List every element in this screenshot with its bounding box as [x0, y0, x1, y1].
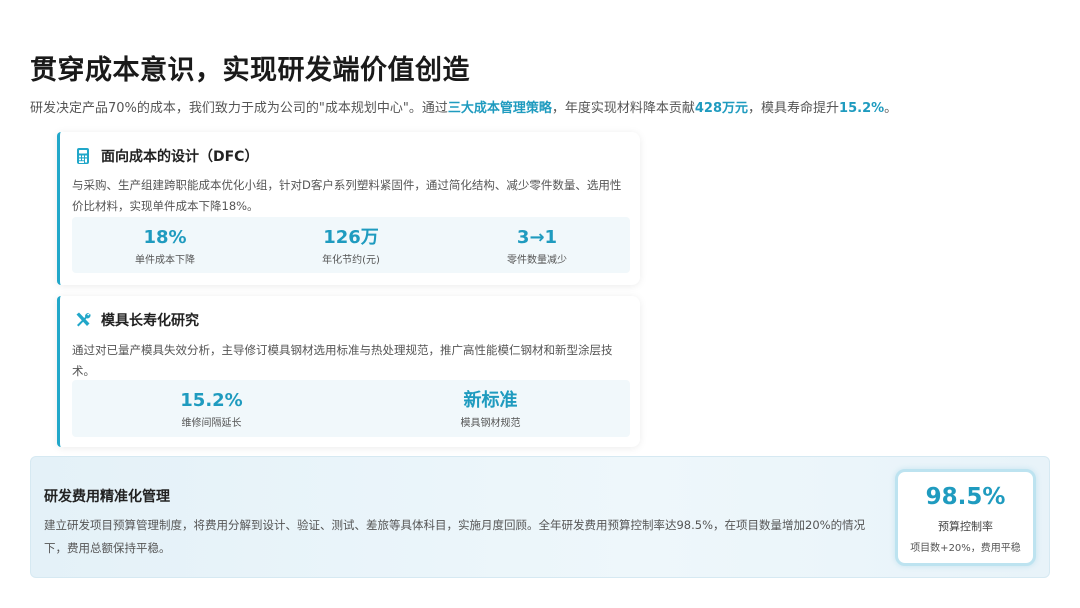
stat-value: 新标准 — [463, 390, 518, 411]
stat-unit-cost: 18% 单件成本下降 — [72, 217, 258, 273]
dfc-card-description: 与采购、生产组建跨职能成本优化小组，针对D客户系列塑料紧固件，通过简化结构、减少… — [72, 178, 622, 213]
calculator-icon — [74, 147, 92, 165]
stat-new-standard: 新标准 模具钢材规范 — [351, 380, 630, 437]
kpi-label: 预算控制率 — [938, 520, 993, 533]
budget-title: 研发费用精准化管理 — [44, 489, 170, 505]
stat-label: 年化节约(元) — [322, 255, 380, 266]
stat-label: 维修间隔延长 — [181, 418, 242, 429]
subtitle-text: 。 — [884, 101, 898, 116]
budget-kpi-box: 98.5% 预算控制率 项目数+20%，费用平稳 — [895, 469, 1036, 566]
stat-label: 模具钢材规范 — [460, 418, 521, 429]
page-title: 贯穿成本意识，实现研发端价值创造 — [30, 55, 470, 86]
subtitle-highlight-savings: 428万元 — [694, 101, 749, 116]
stat-value: 126万 — [323, 227, 379, 248]
mold-card-description: 通过对已量产模具失效分析，主导修订模具钢材选用标准与热处理规范，推广高性能模仁钢… — [72, 343, 613, 378]
dfc-card-title: 面向成本的设计（DFC） — [101, 149, 259, 165]
mold-stats-panel: 15.2% 维修间隔延长 新标准 模具钢材规范 — [72, 380, 630, 437]
stat-value: 15.2% — [180, 390, 243, 411]
stat-label: 单件成本下降 — [135, 255, 195, 266]
stat-annual-saving: 126万 年化节约(元) — [258, 217, 444, 273]
mold-card: 模具长寿化研究 通过对已量产模具失效分析，主导修订模具钢材选用标准与热处理规范，… — [57, 296, 640, 447]
stat-value: 18% — [143, 227, 187, 248]
mold-card-header: 模具长寿化研究 — [74, 310, 199, 330]
dfc-card: 面向成本的设计（DFC） 与采购、生产组建跨职能成本优化小组，针对D客户系列塑料… — [57, 132, 640, 285]
dfc-stats-panel: 18% 单件成本下降 126万 年化节约(元) 3→1 零件数量减少 — [72, 217, 630, 273]
mold-card-title: 模具长寿化研究 — [101, 313, 199, 329]
subtitle-highlight-mold-life: 15.2% — [839, 101, 885, 116]
subtitle-highlight-strategies: 三大成本管理策略 — [447, 101, 552, 116]
stat-maintenance-interval: 15.2% 维修间隔延长 — [72, 380, 351, 437]
subtitle-text: ，年度实现材料降本贡献 — [551, 101, 695, 116]
subtitle-text: ，模具寿命提升 — [748, 101, 840, 116]
kpi-sublabel: 项目数+20%，费用平稳 — [910, 543, 1021, 554]
stat-value: 3→1 — [516, 227, 558, 248]
tools-icon — [74, 311, 92, 329]
kpi-value: 98.5% — [925, 484, 1006, 510]
stat-label: 零件数量减少 — [507, 255, 567, 266]
budget-description: 建立研发项目预算管理制度，将费用分解到设计、验证、测试、差旅等具体科目，实施月度… — [44, 518, 866, 555]
page-subtitle: 研发决定产品70%的成本，我们致力于成为公司的"成本规划中心"。通过三大成本管理… — [30, 97, 897, 116]
budget-panel: 研发费用精准化管理 建立研发项目预算管理制度，将费用分解到设计、验证、测试、差旅… — [30, 456, 1050, 578]
subtitle-text: 研发决定产品70%的成本，我们致力于成为公司的"成本规划中心"。通过 — [30, 101, 448, 116]
stat-part-count: 3→1 零件数量减少 — [444, 217, 630, 273]
dfc-card-header: 面向成本的设计（DFC） — [74, 146, 258, 166]
